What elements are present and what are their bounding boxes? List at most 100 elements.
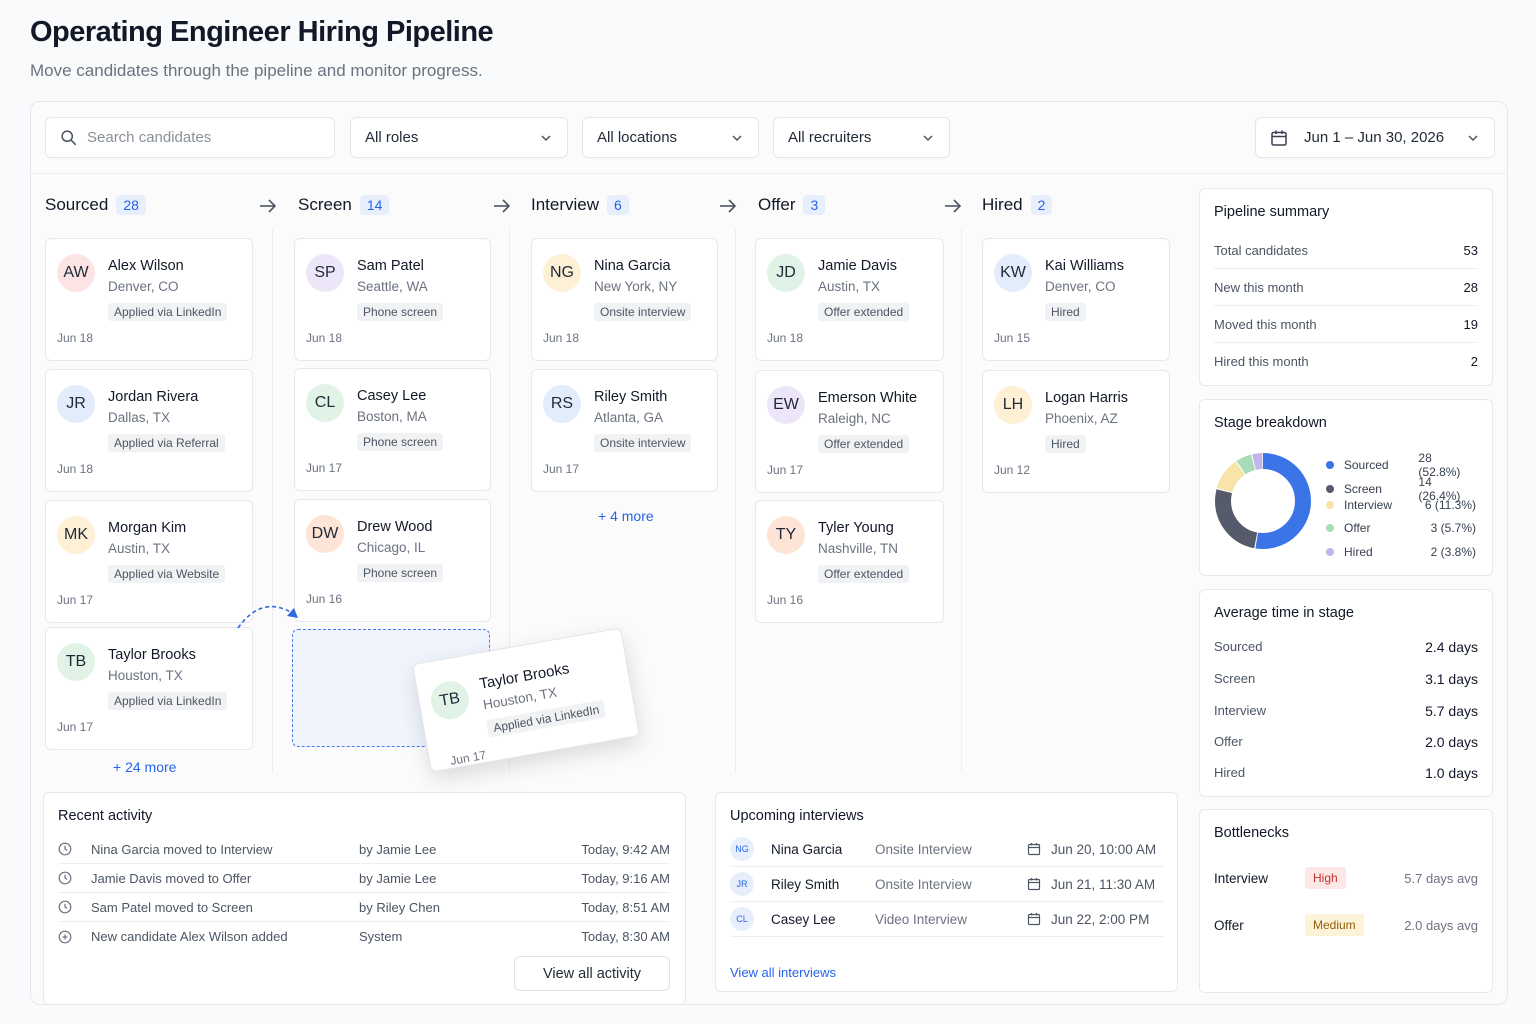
arrow-right-icon (260, 199, 277, 213)
show-more-link[interactable]: + 4 more (598, 508, 654, 524)
candidate-location: Dallas, TX (108, 410, 171, 425)
activity-row: Nina Garcia moved to Interview by Jamie … (58, 835, 670, 864)
column-title: Offer (758, 195, 796, 214)
legend-label: Interview (1344, 498, 1393, 512)
chevron-down-icon (923, 134, 933, 141)
column-count: 3 (803, 195, 826, 215)
date-range-picker[interactable]: Jun 1 – Jun 30, 2026 (1255, 117, 1495, 158)
chevron-down-icon (1468, 134, 1478, 141)
severity-badge: High (1305, 867, 1346, 889)
summary-value: 2 (1470, 354, 1478, 369)
candidate-name: Logan Harris (1045, 390, 1129, 406)
activity-text: New candidate Alex Wilson added (91, 929, 288, 944)
candidate-card[interactable]: TY Tyler Young Nashville, TN Offer exten… (755, 500, 944, 623)
page-subtitle: Move candidates through the pipeline and… (30, 61, 483, 80)
candidate-card[interactable]: CL Casey Lee Boston, MA Phone screen Jun… (294, 368, 491, 491)
activity-actor: by Jamie Lee (359, 870, 437, 886)
candidate-card[interactable]: NG Nina Garcia New York, NY Onsite inter… (531, 238, 718, 361)
avatar: CL (730, 907, 754, 931)
candidate-card[interactable]: RS Riley Smith Atlanta, GA Onsite interv… (531, 369, 718, 492)
candidate-location: Atlanta, GA (594, 410, 664, 425)
candidate-name: Casey Lee (357, 388, 427, 404)
candidate-card[interactable]: AW Alex Wilson Denver, CO Applied via Li… (45, 238, 253, 361)
calendar-icon (1027, 843, 1041, 856)
candidate-card[interactable]: EW Emerson White Raleigh, NC Offer exten… (755, 370, 944, 493)
recruiter-select[interactable]: All recruiters (773, 117, 950, 158)
candidate-name: Taylor Brooks (108, 647, 196, 663)
drag-path-arrow (237, 605, 298, 629)
legend-dot (1326, 461, 1334, 469)
candidate-card[interactable]: LH Logan Harris Phoenix, AZ Hired Jun 12 (982, 370, 1170, 493)
avatar: NG (543, 254, 581, 292)
interview-candidate: Riley Smith (771, 876, 840, 892)
avatar: TY (767, 516, 805, 554)
candidate-stage-tag: Hired (1045, 303, 1086, 321)
show-more-link[interactable]: + 24 more (113, 759, 176, 775)
candidate-name: Tyler Young (818, 520, 894, 536)
stage-label: Screen (1214, 671, 1256, 686)
candidate-location: Houston, TX (108, 668, 183, 683)
avatar: DW (306, 515, 344, 553)
candidate-date: Jun 18 (57, 462, 94, 476)
candidate-card[interactable]: DW Drew Wood Chicago, IL Phone screen Ju… (294, 499, 491, 622)
avatar: AW (57, 254, 95, 292)
summary-label: Moved this month (1214, 316, 1317, 332)
legend-dot (1326, 548, 1334, 556)
summary-value: 28 (1463, 279, 1478, 295)
candidate-card[interactable]: JD Jamie Davis Austin, TX Offer extended… (755, 238, 944, 361)
candidate-name: Emerson White (818, 390, 918, 406)
pipeline-summary-panel: Pipeline summary Total candidates 53 New … (1199, 188, 1493, 386)
calendar-icon (1027, 878, 1041, 891)
candidate-card[interactable]: SP Sam Patel Seattle, WA Phone screen Ju… (294, 238, 491, 361)
interview-row[interactable]: NG Nina Garcia Onsite Interview Jun 20, … (730, 832, 1164, 867)
candidate-name: Drew Wood (357, 519, 433, 535)
candidate-card[interactable]: TB Taylor Brooks Houston, TX Applied via… (45, 627, 253, 750)
view-all-interviews-link[interactable]: View all interviews (730, 965, 836, 980)
column-count: 6 (607, 195, 629, 215)
candidate-stage-tag: Offer extended (818, 565, 910, 583)
candidate-date: Jun 18 (306, 331, 343, 345)
calendar-icon (1027, 913, 1041, 926)
severity-badge: Medium (1305, 914, 1364, 936)
candidate-name: Morgan Kim (108, 520, 187, 536)
legend-value: 3 (5.7%) (1430, 521, 1476, 535)
candidate-date: Jun 12 (994, 463, 1031, 477)
summary-value: 53 (1463, 242, 1478, 258)
candidate-date: Jun 17 (543, 462, 580, 476)
view-all-activity-button[interactable]: View all activity (514, 956, 670, 991)
bottleneck-avg: 5.7 days avg (1404, 870, 1478, 886)
activity-row: Jamie Davis moved to Offer by Jamie Lee … (58, 864, 670, 893)
candidate-name: Sam Patel (357, 258, 424, 274)
interview-type: Onsite Interview (875, 876, 972, 892)
time-row: Offer 2.0 days (1214, 734, 1478, 750)
interview-type: Onsite Interview (875, 841, 972, 857)
bottleneck-row: Interview High 5.7 days avg (1214, 866, 1478, 890)
search-input[interactable] (87, 129, 307, 146)
column-divider (272, 228, 273, 773)
search-box[interactable] (45, 117, 335, 158)
role-select[interactable]: All roles (350, 117, 568, 158)
candidate-stage-tag: Hired (1045, 435, 1086, 453)
activity-time: Today, 9:16 AM (581, 870, 670, 886)
candidate-date: Jun 16 (767, 593, 804, 607)
summary-row: Total candidates 53 (1214, 232, 1478, 269)
legend-dot (1326, 501, 1334, 509)
interview-row[interactable]: JR Riley Smith Onsite Interview Jun 21, … (730, 867, 1164, 902)
candidate-source-tag: Applied via Referral (108, 434, 225, 452)
legend-item: Hired 2 (3.8%) (1326, 545, 1476, 559)
panel-title: Recent activity (58, 808, 153, 824)
location-select[interactable]: All locations (582, 117, 759, 158)
candidate-card[interactable]: JR Jordan Rivera Dallas, TX Applied via … (45, 369, 253, 492)
candidate-card[interactable]: MK Morgan Kim Austin, TX Applied via Web… (45, 500, 253, 623)
interview-type: Video Interview (875, 911, 968, 927)
candidate-name: Taylor Brooks (478, 660, 571, 693)
candidate-card[interactable]: KW Kai Williams Denver, CO Hired Jun 15 (982, 238, 1170, 361)
summary-row: Moved this month 19 (1214, 306, 1478, 343)
candidate-stage-tag: Onsite interview (594, 434, 692, 452)
interview-row[interactable]: CL Casey Lee Video Interview Jun 22, 2:0… (730, 902, 1164, 937)
candidate-date: Jun 17 (57, 593, 94, 607)
candidate-stage-tag: Offer extended (818, 303, 910, 321)
candidate-location: Seattle, WA (357, 279, 428, 294)
arrow-right-icon (945, 199, 962, 213)
stage-label: Sourced (1214, 639, 1263, 654)
